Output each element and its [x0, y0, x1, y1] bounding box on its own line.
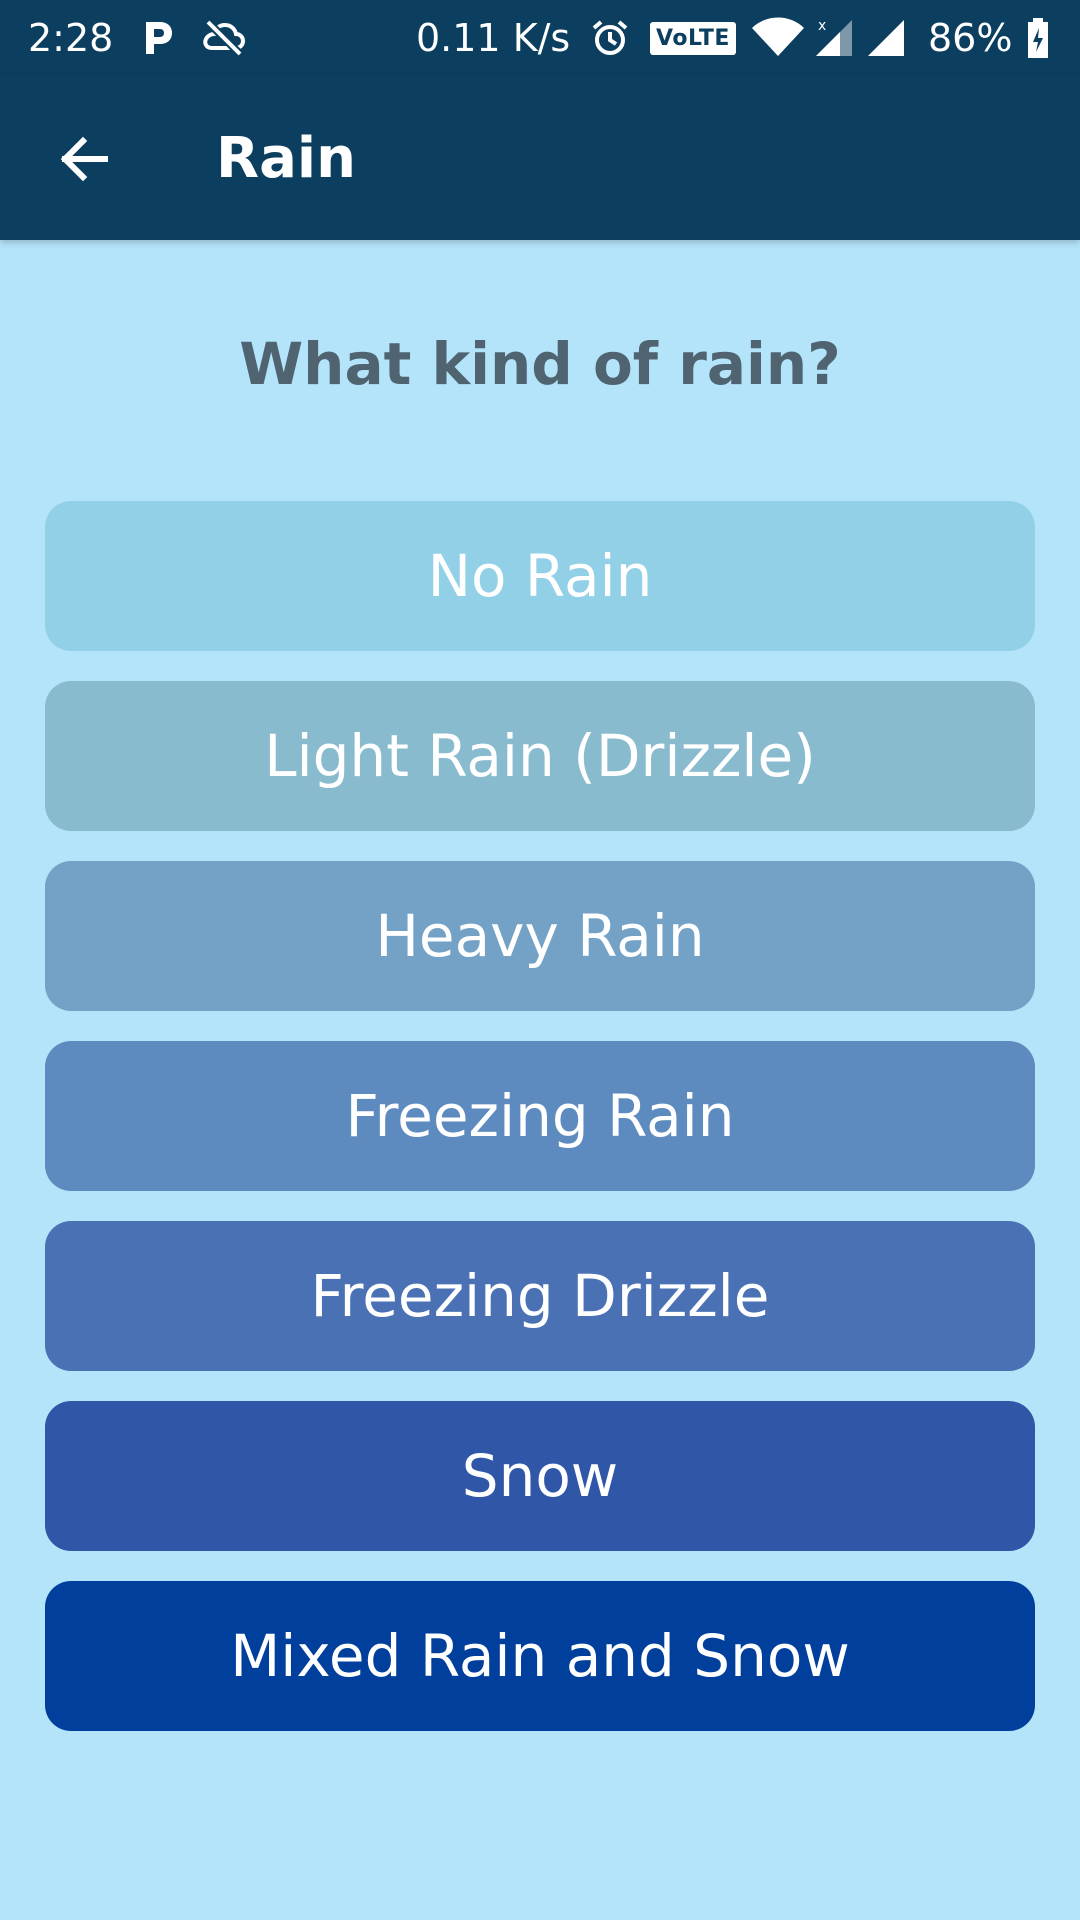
- signal-icon: [864, 0, 908, 76]
- option-no-rain-button[interactable]: No Rain: [45, 501, 1035, 651]
- network-speed: 0.11 K/s: [416, 16, 571, 60]
- parking-icon: [140, 0, 176, 76]
- option-freezing-drizzle-button[interactable]: Freezing Drizzle: [45, 1221, 1035, 1371]
- signal-icon: x: [812, 0, 856, 76]
- volte-label: VoLTE: [650, 21, 736, 55]
- option-snow-button[interactable]: Snow: [45, 1401, 1035, 1551]
- status-bar: 2:28 0.11 K/s VoLTE x 86%: [0, 0, 1080, 76]
- back-button[interactable]: [40, 116, 126, 202]
- option-freezing-rain-button[interactable]: Freezing Rain: [45, 1041, 1035, 1191]
- page-title: Rain: [216, 125, 356, 191]
- arrow-back-icon: [60, 136, 108, 182]
- battery-charging-icon: [1026, 0, 1050, 76]
- app-bar: Rain: [0, 76, 1080, 240]
- option-heavy-rain-button[interactable]: Heavy Rain: [45, 861, 1035, 1011]
- svg-text:x: x: [818, 18, 826, 34]
- option-mixed-rain-snow-button[interactable]: Mixed Rain and Snow: [45, 1581, 1035, 1731]
- question-heading: What kind of rain?: [239, 330, 841, 398]
- status-time: 2:28: [28, 16, 114, 60]
- volte-icon: VoLTE: [650, 0, 736, 76]
- wifi-icon: [750, 0, 806, 76]
- battery-percent: 86%: [928, 16, 1013, 60]
- sync-off-icon: [202, 0, 246, 76]
- alarm-icon: [590, 0, 630, 76]
- option-light-rain-button[interactable]: Light Rain (Drizzle): [45, 681, 1035, 831]
